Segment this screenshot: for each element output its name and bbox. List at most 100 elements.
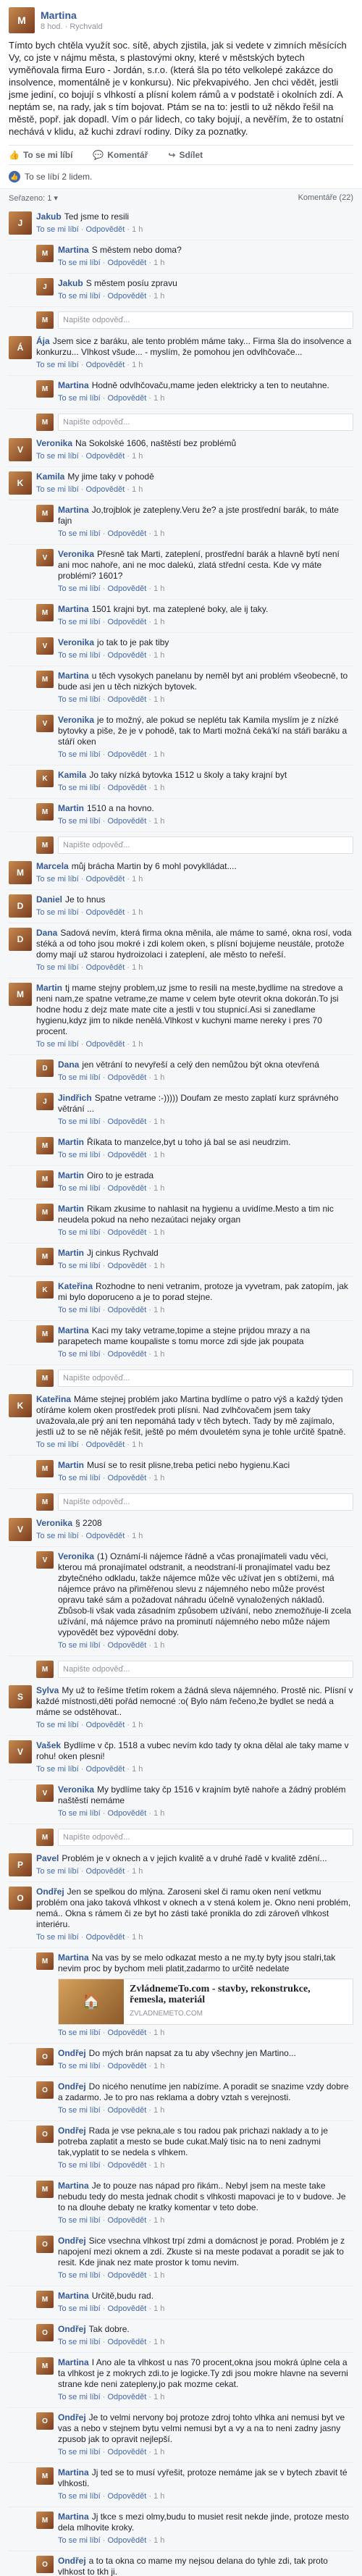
commenter-avatar[interactable]: M [9, 983, 32, 1006]
comment-time[interactable]: 1 h [153, 2492, 164, 2501]
commenter-name[interactable]: Kateřina [36, 1394, 71, 1404]
comment-time[interactable]: 1 h [153, 2216, 164, 2225]
comments-sort[interactable]: Seřazeno: 1 ▾ [9, 193, 58, 203]
comment-like-link[interactable]: To se mi líbí [58, 1073, 101, 1082]
commenter-name[interactable]: Martin [58, 1137, 84, 1147]
comment-reply-link[interactable]: Odpovědět [85, 1721, 125, 1729]
comment-time[interactable]: 1 h [153, 2062, 164, 2071]
commenter-avatar[interactable]: D [9, 928, 32, 951]
commenter-avatar[interactable]: M [36, 1170, 54, 1188]
commenter-name[interactable]: Martin [58, 1204, 84, 1214]
post-time[interactable]: 8 hod. · Rychvald [41, 22, 103, 31]
comment-like-link[interactable]: To se mi líbí [58, 750, 101, 759]
reply-input[interactable]: Napište odpověď... [58, 311, 353, 329]
comment-reply-link[interactable]: Odpovědět [107, 1474, 146, 1482]
comment-like-link[interactable]: To se mi líbí [36, 1721, 79, 1729]
commenter-name[interactable]: Ája [36, 336, 50, 346]
comment-like-link[interactable]: To se mi líbí [58, 784, 101, 792]
comment-time[interactable]: 1 h [132, 1532, 143, 1540]
comment-like-link[interactable]: To se mi líbí [58, 1306, 101, 1314]
commenter-avatar[interactable]: V [36, 637, 54, 655]
commenter-avatar[interactable]: M [36, 1248, 54, 1265]
commenter-avatar[interactable]: M [36, 803, 54, 821]
comment-time[interactable]: 1 h [153, 1073, 164, 1082]
commenter-name[interactable]: Ondřej [36, 1887, 64, 1897]
comment-time[interactable]: 1 h [132, 1765, 143, 1774]
comment-like-link[interactable]: To se mi líbí [58, 2062, 101, 2071]
comment-reply-link[interactable]: Odpovědět [107, 651, 146, 660]
comment-like-link[interactable]: To se mi líbí [58, 1262, 101, 1270]
comment-reply-link[interactable]: Odpovědět [107, 2106, 146, 2115]
commenter-name[interactable]: Marcela [36, 861, 69, 871]
comment-like-link[interactable]: To se mi líbí [58, 2216, 101, 2225]
comment-reply-link[interactable]: Odpovědět [85, 452, 125, 461]
comment-like-link[interactable]: To se mi líbí [58, 1117, 101, 1126]
commenter-avatar[interactable]: M [36, 1204, 54, 1221]
commenter-avatar[interactable]: O [36, 2412, 54, 2430]
commenter-name[interactable]: Martina [58, 2181, 89, 2191]
comment-like-link[interactable]: To se mi líbí [58, 2029, 101, 2037]
commenter-avatar[interactable]: M [36, 604, 54, 621]
commenter-avatar[interactable]: M [36, 2291, 54, 2308]
comment-like-link[interactable]: To se mi líbí [58, 1350, 101, 1359]
comment-like-link[interactable]: To se mi líbí [58, 529, 101, 538]
comment-like-link[interactable]: To se mi líbí [58, 2492, 101, 2501]
comment-time[interactable]: 1 h [153, 784, 164, 792]
comment-reply-link[interactable]: Odpovědět [107, 1350, 146, 1359]
commenter-name[interactable]: Kateřina [58, 1281, 93, 1291]
commenter-avatar[interactable]: M [36, 2467, 54, 2485]
comment-reply-link[interactable]: Odpovědět [85, 875, 125, 884]
commenter-avatar[interactable]: V [9, 1740, 32, 1763]
comment-like-link[interactable]: To se mi líbí [58, 394, 101, 403]
comment-time[interactable]: 1 h [153, 1306, 164, 1314]
comment-time[interactable]: 1 h [132, 908, 143, 917]
comment-like-link[interactable]: To se mi líbí [58, 2338, 101, 2346]
commenter-avatar[interactable]: M [36, 1325, 54, 1343]
comment-reply-link[interactable]: Odpovědět [107, 2492, 146, 2501]
comment-like-link[interactable]: To se mi líbí [58, 2271, 101, 2280]
comment-time[interactable]: 1 h [153, 1151, 164, 1159]
commenter-avatar[interactable]: M [36, 2512, 54, 2529]
comment-time[interactable]: 1 h [153, 394, 164, 403]
commenter-avatar[interactable]: M [36, 671, 54, 688]
commenter-name[interactable]: Ondřej [58, 2556, 86, 2566]
commenter-avatar[interactable]: Á [9, 336, 32, 359]
commenter-name[interactable]: Martina [58, 505, 89, 515]
comment-time[interactable]: 1 h [132, 452, 143, 461]
comment-like-link[interactable]: To se mi líbí [36, 1867, 79, 1876]
comment-time[interactable]: 1 h [153, 529, 164, 538]
comment-time[interactable]: 1 h [153, 651, 164, 660]
comment-like-link[interactable]: To se mi líbí [58, 1184, 101, 1193]
commenter-name[interactable]: Martina [58, 245, 89, 255]
commenter-avatar[interactable]: O [36, 2556, 54, 2573]
comment-like-link[interactable]: To se mi líbí [58, 2106, 101, 2115]
commenter-avatar[interactable]: V [9, 1518, 32, 1541]
comment-reply-link[interactable]: Odpovědět [107, 1228, 146, 1237]
comment-time[interactable]: 1 h [153, 1809, 164, 1818]
comment-button[interactable]: 💬 Komentář [93, 150, 148, 160]
comment-like-link[interactable]: To se mi líbí [36, 1440, 79, 1449]
comment-like-link[interactable]: To se mi líbí [58, 651, 101, 660]
commenter-name[interactable]: Martina [58, 380, 89, 390]
comment-reply-link[interactable]: Odpovědět [107, 584, 146, 593]
commenter-avatar[interactable]: K [9, 471, 32, 495]
comment-reply-link[interactable]: Odpovědět [107, 784, 146, 792]
commenter-avatar[interactable]: K [9, 1394, 32, 1417]
reply-input[interactable]: Napište odpověď... [58, 836, 353, 854]
commenter-avatar[interactable]: V [36, 715, 54, 732]
comment-like-link[interactable]: To se mi líbí [58, 1474, 101, 1482]
reply-input[interactable]: Napište odpověď... [58, 1829, 353, 1846]
comment-like-link[interactable]: To se mi líbí [58, 618, 101, 626]
commenter-avatar[interactable]: J [36, 278, 54, 295]
comment-reply-link[interactable]: Odpovědět [107, 2448, 146, 2457]
commenter-avatar[interactable]: M [36, 2357, 54, 2375]
commenter-name[interactable]: Martina [58, 1325, 89, 1335]
share-button[interactable]: ↪ Sdílet [168, 150, 203, 160]
comment-like-link[interactable]: To se mi líbí [36, 875, 79, 884]
commenter-name[interactable]: Veronika [58, 1551, 94, 1561]
commenter-name[interactable]: Ondřej [58, 2048, 86, 2058]
comment-reply-link[interactable]: Odpovědět [85, 1040, 125, 1049]
comment-like-link[interactable]: To se mi líbí [58, 2448, 101, 2457]
comment-like-link[interactable]: To se mi líbí [36, 361, 79, 369]
commenter-avatar[interactable]: D [9, 894, 32, 918]
